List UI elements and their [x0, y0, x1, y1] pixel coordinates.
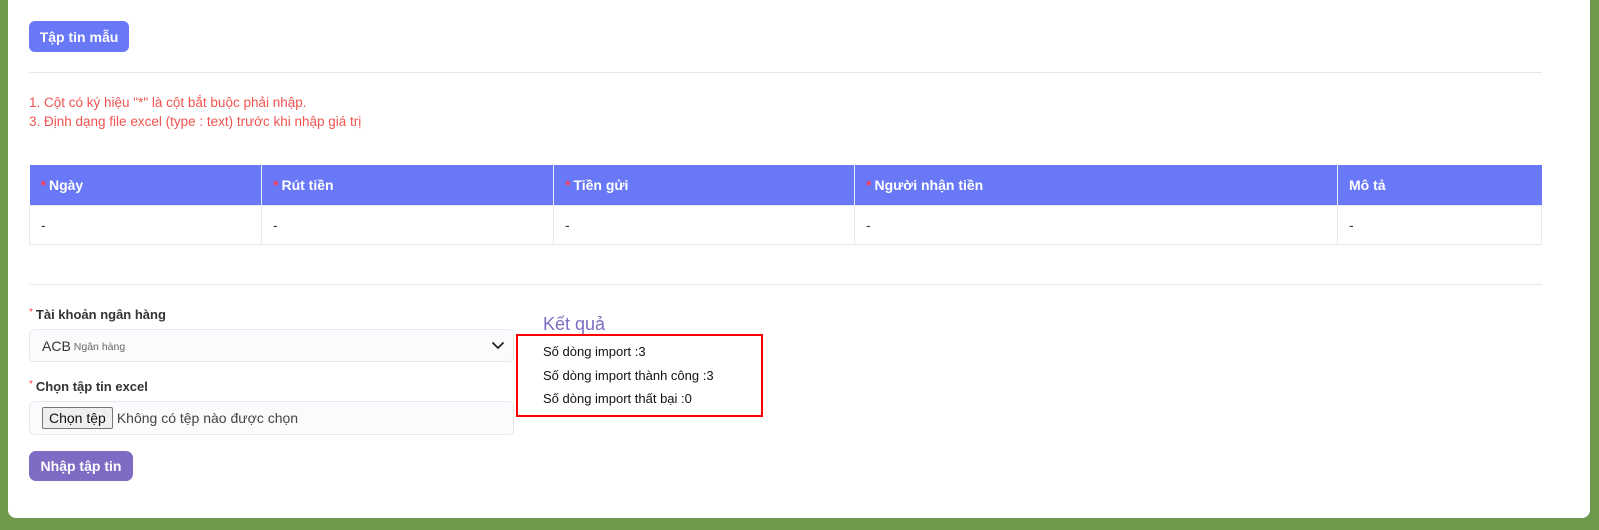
table-header-row: * Ngày * Rút tiền * Tiền gửi * Người nhận ti…	[29, 165, 1542, 205]
required-marker: *	[29, 307, 33, 318]
chevron-down-icon	[492, 342, 504, 349]
no-file-selected-text: Không có tệp nào được chọn	[116, 410, 299, 426]
bank-account-value: ACB	[42, 337, 71, 354]
column-header-withdraw: * Rút tiền	[261, 165, 554, 205]
bank-account-label: * Tài khoản ngân hàng	[29, 307, 166, 322]
note-excel-format: 3. Định dạng file excel (type : text) tr…	[29, 114, 362, 129]
table-cell: -	[854, 204, 1338, 245]
column-label: Tiền gửi	[573, 176, 629, 193]
column-label: Người nhận tiền	[874, 176, 984, 193]
column-header-description: Mô tả	[1337, 165, 1542, 205]
result-failed-rows: Số dòng import thất bại :0	[543, 391, 692, 406]
bank-account-label-text: Tài khoản ngân hàng	[35, 307, 166, 322]
column-header-deposit: * Tiền gửi	[553, 165, 855, 205]
import-file-button[interactable]: Nhập tập tin	[29, 451, 133, 481]
divider-middle	[29, 284, 1542, 285]
note-required-columns: 1. Cột có ký hiệu "*" là cột bắt buộc ph…	[29, 95, 307, 110]
divider-top	[29, 72, 1542, 73]
import-panel: Tập tin mẫu 1. Cột có ký hiệu "*" là cột…	[8, 0, 1590, 518]
result-success-rows: Số dòng import thành công :3	[543, 368, 714, 383]
table-cell: -	[553, 204, 855, 245]
result-title: Kết quả	[543, 314, 606, 334]
column-label: Rút tiền	[281, 176, 334, 193]
required-marker: *	[273, 176, 279, 193]
table-row: - - - - -	[29, 204, 1542, 245]
table-cell: -	[29, 204, 262, 245]
file-label-text: Chọn tập tin excel	[35, 379, 148, 394]
bank-account-type: Ngân hàng	[73, 340, 126, 353]
column-header-recipient: * Người nhận tiền	[854, 165, 1338, 205]
required-marker: *	[565, 176, 571, 193]
file-label: * Chọn tập tin excel	[29, 379, 148, 394]
sample-file-button[interactable]: Tập tin mẫu	[29, 21, 129, 52]
bank-account-select[interactable]: ACB Ngân hàng	[29, 329, 514, 362]
template-table: * Ngày * Rút tiền * Tiền gửi * Người nhận ti…	[29, 165, 1542, 245]
column-header-date: * Ngày	[29, 165, 262, 205]
required-marker: *	[29, 379, 33, 390]
required-marker: *	[866, 176, 872, 193]
column-label: Ngày	[48, 176, 84, 193]
result-total-rows: Số dòng import :3	[543, 344, 646, 359]
choose-file-button[interactable]: Chọn tệp	[42, 407, 113, 429]
excel-file-input[interactable]: Chọn tệp Không có tệp nào được chọn	[29, 401, 514, 435]
table-cell: -	[1337, 204, 1542, 245]
required-marker: *	[40, 176, 46, 193]
import-notes: 1. Cột có ký hiệu "*" là cột bắt buộc ph…	[29, 93, 361, 131]
table-cell: -	[261, 204, 554, 245]
